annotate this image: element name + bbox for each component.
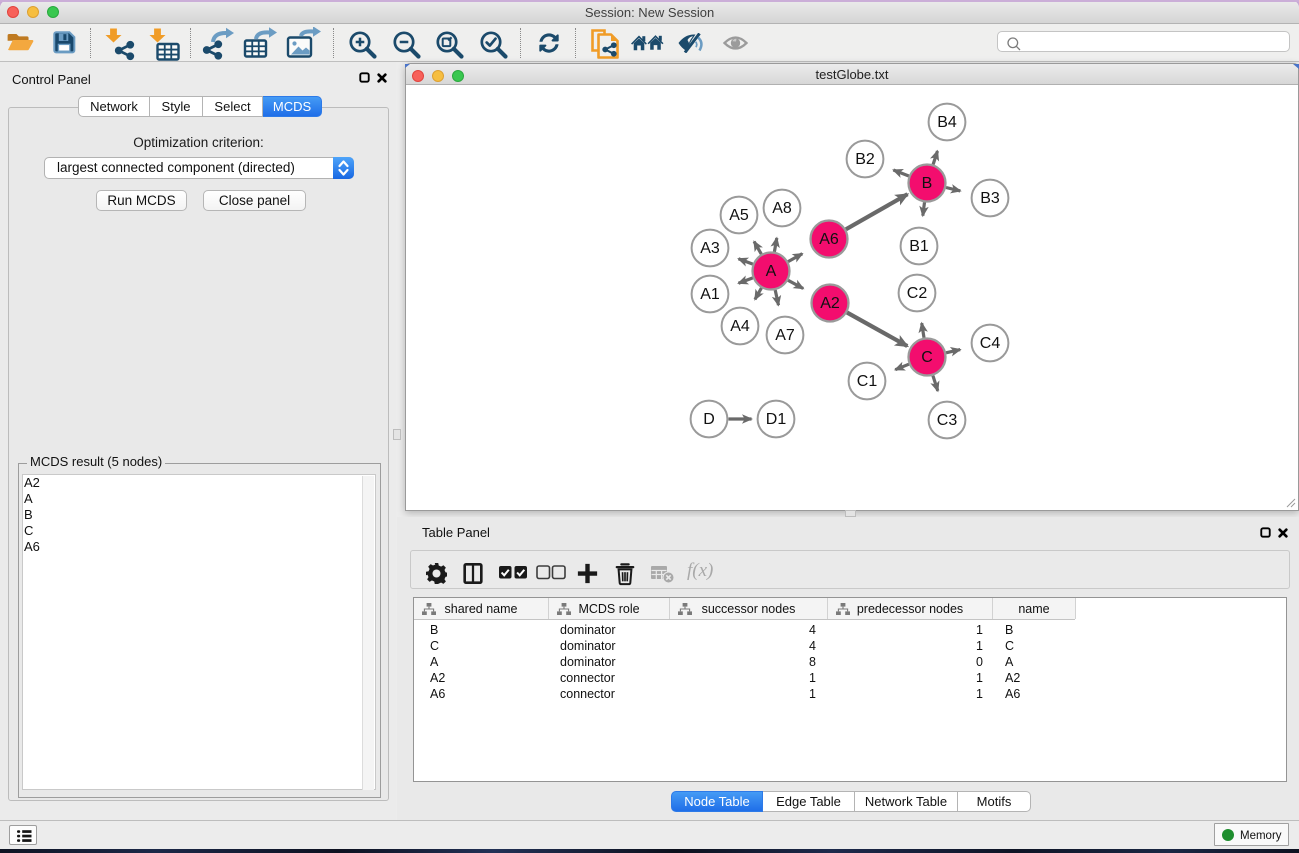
- svg-text:B2: B2: [855, 151, 875, 168]
- svg-text:B1: B1: [909, 238, 929, 255]
- svg-text:A3: A3: [700, 240, 720, 257]
- svg-text:A6: A6: [819, 231, 839, 248]
- svg-text:B4: B4: [937, 114, 957, 131]
- svg-text:A5: A5: [729, 207, 749, 224]
- svg-text:B3: B3: [980, 190, 1000, 207]
- svg-text:C2: C2: [907, 285, 928, 302]
- svg-text:D1: D1: [766, 411, 787, 428]
- svg-text:D: D: [703, 411, 715, 428]
- svg-text:A2: A2: [820, 295, 840, 312]
- svg-text:A8: A8: [772, 200, 792, 217]
- svg-text:C4: C4: [980, 335, 1001, 352]
- svg-text:B: B: [922, 175, 933, 192]
- svg-text:C1: C1: [857, 373, 878, 390]
- svg-text:A4: A4: [730, 318, 750, 335]
- svg-text:A1: A1: [700, 286, 720, 303]
- svg-text:C: C: [921, 349, 933, 366]
- svg-text:C3: C3: [937, 412, 958, 429]
- svg-text:A7: A7: [775, 327, 795, 344]
- svg-text:A: A: [766, 263, 777, 280]
